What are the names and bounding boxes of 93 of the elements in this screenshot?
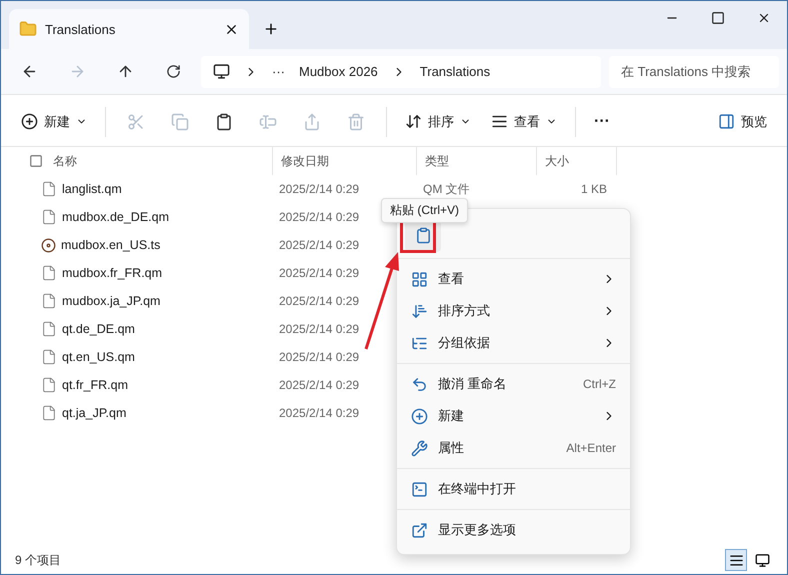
lines-icon — [491, 113, 508, 130]
date-cell-text: 2025/2/14 0:29 — [278, 322, 360, 336]
column-header[interactable]: 名称 — [53, 152, 77, 170]
column-header[interactable]: 大小 — [545, 152, 569, 170]
file-name[interactable]: langlist.qm — [62, 182, 122, 196]
menu-label: 在终端中打开 — [438, 480, 516, 498]
menu-label: 显示更多选项 — [438, 521, 516, 539]
menu-label: 属性 — [438, 439, 464, 457]
column-header[interactable]: 修改日期 — [281, 152, 329, 170]
menu-item[interactable]: 撤消 重命名 Ctrl+Z — [397, 368, 630, 400]
new-button[interactable]: 新建 — [13, 104, 95, 138]
preview-button[interactable]: 预览 — [710, 104, 775, 138]
clipboard-icon — [414, 227, 432, 244]
date-cell-text: 2025/2/14 0:29 — [278, 350, 360, 364]
file-name[interactable]: qt.de_DE.qm — [62, 322, 135, 336]
date-cell-text: 2025/2/14 0:29 — [278, 266, 360, 280]
date-cell-text: 2025/2/14 0:29 — [278, 406, 360, 420]
copy-icon — [171, 112, 189, 130]
breadcrumb[interactable]: Mudbox 2026 — [299, 64, 378, 79]
more-button[interactable]: ··· — [586, 104, 618, 138]
file-icon — [41, 377, 57, 393]
size-cell-text: 1 KB — [580, 182, 608, 196]
lines-icon — [728, 552, 744, 568]
menu-item[interactable]: 在终端中打开 — [397, 473, 630, 505]
file-name[interactable]: qt.en_US.qm — [62, 350, 135, 364]
file-icon — [41, 293, 57, 309]
breadcrumb-ellipsis[interactable]: ··· — [272, 64, 285, 79]
panel-icon — [718, 113, 735, 130]
monitor-icon — [213, 63, 230, 80]
file-icon — [41, 405, 57, 421]
file-name[interactable]: qt.ja_JP.qm — [62, 406, 126, 420]
menu-item[interactable]: 新建 — [397, 400, 630, 432]
menu-label: 查看 — [438, 270, 464, 288]
sort-button[interactable]: 排序 — [397, 104, 479, 138]
terminal-icon — [411, 480, 428, 498]
window-tab[interactable]: Translations — [9, 9, 249, 49]
column-header[interactable]: 类型 — [425, 152, 449, 170]
sort-icon — [405, 113, 422, 130]
file-icon — [41, 265, 57, 281]
type-cell-text: QM 文件 — [422, 180, 470, 198]
date-cell-text: 2025/2/14 0:29 — [278, 294, 360, 308]
clipboard-icon — [215, 112, 233, 130]
wrench-icon — [411, 440, 428, 456]
menu-label: 新建 — [438, 407, 464, 425]
disc-file-icon — [41, 238, 56, 252]
checkbox[interactable] — [29, 154, 43, 168]
plus-circle-icon — [411, 408, 428, 424]
close-icon — [757, 11, 771, 25]
grid-icon — [411, 270, 428, 288]
search-field[interactable]: 在 Translations 中搜索 — [609, 56, 779, 88]
file-icon — [41, 321, 57, 337]
shortcut-label: Alt+Enter — [566, 441, 616, 455]
file-name[interactable]: mudbox.ja_JP.qm — [62, 294, 160, 308]
file-icon — [41, 209, 57, 225]
menu-item[interactable]: 显示更多选项 — [397, 514, 630, 546]
share-icon — [303, 112, 321, 130]
cut-icon — [127, 112, 145, 130]
file-name[interactable]: mudbox.fr_FR.qm — [62, 266, 162, 280]
file-icon — [41, 181, 57, 197]
menu-item[interactable]: 排序方式 — [397, 295, 630, 327]
file-icon — [41, 349, 57, 365]
sort-icon — [411, 302, 428, 320]
folder-icon — [19, 20, 37, 38]
menu-label: 撤消 重命名 — [438, 375, 507, 393]
tooltip: 粘贴 (Ctrl+V) — [381, 198, 468, 223]
menu-label: 分组依据 — [438, 334, 490, 352]
menu-item[interactable]: 属性 Alt+Enter — [397, 432, 630, 464]
breadcrumb[interactable]: Translations — [420, 64, 490, 79]
file-name[interactable]: mudbox.de_DE.qm — [62, 210, 170, 224]
menu-item[interactable]: 查看 — [397, 263, 630, 295]
monitor-icon — [754, 552, 770, 568]
date-cell-text: 2025/2/14 0:29 — [278, 210, 360, 224]
new-tab-icon[interactable] — [263, 21, 279, 37]
file-name[interactable]: qt.fr_FR.qm — [62, 378, 128, 392]
trash-icon — [347, 112, 365, 130]
external-icon — [411, 522, 428, 538]
file-name[interactable]: mudbox.en_US.ts — [61, 238, 160, 252]
maximize-icon — [711, 11, 725, 25]
refresh-icon — [166, 64, 180, 79]
menu-item[interactable]: 分组依据 — [397, 327, 630, 359]
rename-icon — [259, 112, 277, 130]
date-cell-text: 2025/2/14 0:29 — [278, 378, 360, 392]
shortcut-label: Ctrl+Z — [583, 377, 616, 391]
date-cell-text: 2025/2/14 0:29 — [278, 182, 360, 196]
menu-label: 排序方式 — [438, 302, 490, 320]
plus-circle-icon — [21, 113, 38, 130]
tab-title: Translations — [45, 22, 116, 36]
view-button[interactable]: 查看 — [483, 104, 565, 138]
address-bar[interactable]: ··· Mudbox 2026 Translations — [201, 56, 601, 88]
date-cell-text: 2025/2/14 0:29 — [278, 238, 360, 252]
details-view-button[interactable] — [725, 549, 747, 571]
item-count: 9 个项目 — [15, 552, 62, 568]
undo-icon — [411, 376, 428, 392]
